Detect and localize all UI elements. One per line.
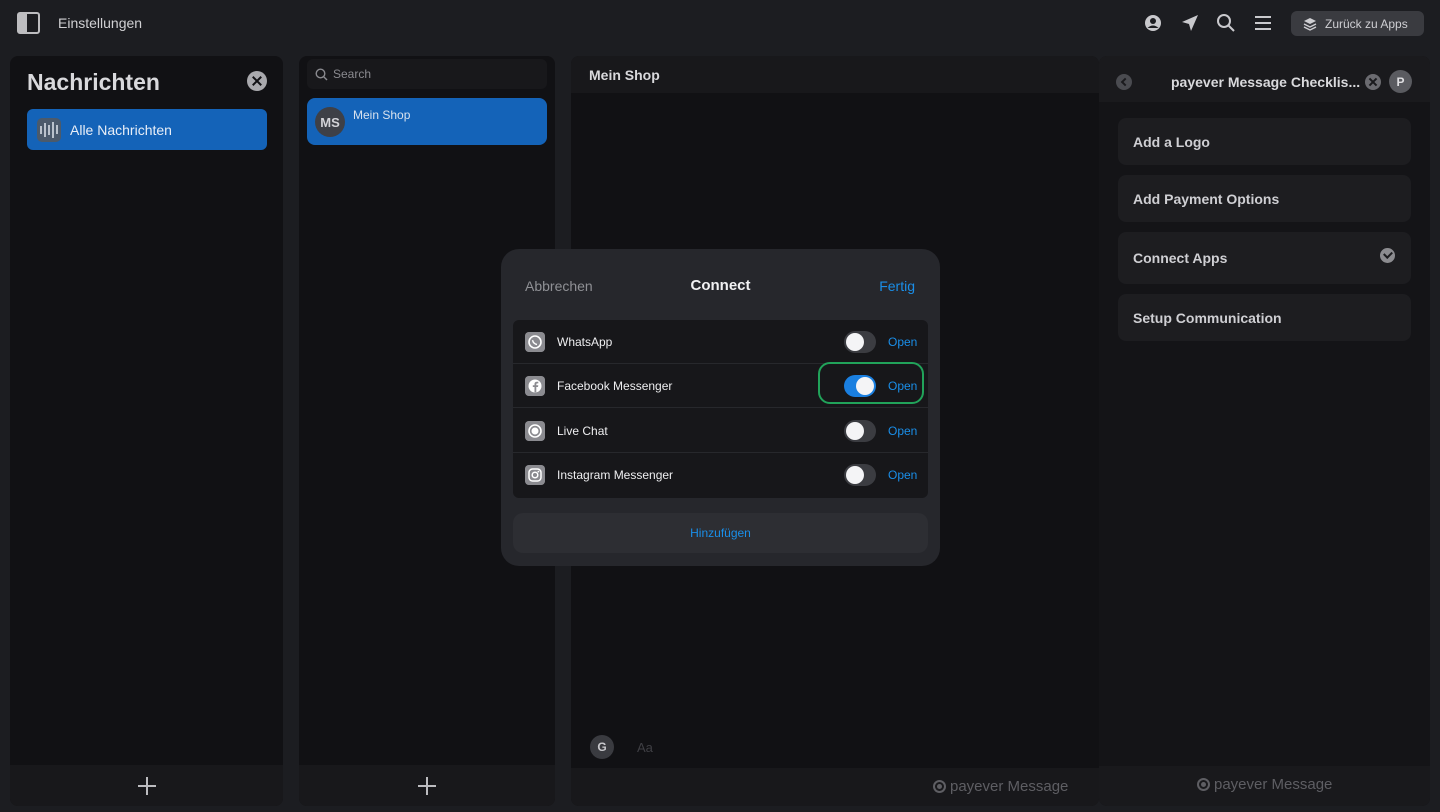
app-row-whatsapp: WhatsApp Open bbox=[513, 320, 928, 364]
layers-icon bbox=[1303, 17, 1317, 31]
open-link[interactable]: Open bbox=[888, 468, 917, 482]
back-to-apps-label: Zurück zu Apps bbox=[1325, 16, 1408, 31]
conversation-title: Mein Shop bbox=[589, 67, 660, 83]
avatar[interactable]: P bbox=[1389, 70, 1412, 93]
checklist-panel: payever Message Checklis... P Add a Logo… bbox=[1099, 56, 1430, 806]
top-bar: Einstellungen Zurück zu Apps bbox=[0, 0, 1440, 47]
conversation-header: Mein Shop bbox=[571, 56, 1099, 93]
app-name: Live Chat bbox=[557, 424, 608, 438]
brand-mark: payever Message bbox=[933, 778, 1068, 795]
panel-footer bbox=[299, 765, 555, 806]
avatar: G bbox=[590, 735, 614, 759]
check-circle-icon bbox=[1380, 248, 1395, 263]
payever-logo-icon bbox=[933, 780, 946, 793]
add-icon[interactable] bbox=[418, 776, 436, 795]
dialog-title: Connect bbox=[690, 277, 751, 294]
checklist-title: payever Message Checklis... bbox=[1171, 74, 1361, 90]
checklist-item-label: Add a Logo bbox=[1133, 133, 1210, 150]
checklist-item[interactable]: Connect Apps bbox=[1118, 232, 1411, 284]
brand-label: payever Message bbox=[950, 778, 1069, 795]
close-icon[interactable] bbox=[247, 71, 267, 91]
instagram-messenger-toggle[interactable] bbox=[844, 464, 876, 486]
checklist-item[interactable]: Add Payment Options bbox=[1118, 175, 1411, 222]
open-link[interactable]: Open bbox=[888, 424, 917, 438]
search-icon[interactable] bbox=[1216, 13, 1236, 33]
checklist-item[interactable]: Setup Communication bbox=[1118, 294, 1411, 341]
menu-icon[interactable] bbox=[1253, 13, 1273, 33]
facebook-messenger-toggle[interactable] bbox=[844, 375, 876, 397]
checklist-item-label: Setup Communication bbox=[1133, 309, 1282, 326]
app-list: WhatsApp Open Facebook Messenger Open Li… bbox=[513, 320, 928, 498]
brand-label: payever Message bbox=[1214, 776, 1333, 793]
search-placeholder: Search bbox=[333, 67, 372, 81]
app-name: Facebook Messenger bbox=[557, 379, 673, 393]
add-icon[interactable] bbox=[137, 776, 156, 795]
search-icon bbox=[315, 67, 328, 80]
checklist-header: payever Message Checklis... P bbox=[1099, 56, 1430, 102]
conversation-footer: payever Message bbox=[571, 768, 1099, 806]
live-chat-icon bbox=[525, 421, 545, 441]
avatar: MS bbox=[315, 107, 345, 137]
live-chat-toggle[interactable] bbox=[844, 420, 876, 442]
close-icon[interactable] bbox=[1365, 74, 1381, 90]
payever-logo-icon bbox=[1197, 778, 1210, 791]
checklist-item-label: Add Payment Options bbox=[1133, 190, 1280, 207]
folder-label: Alle Nachrichten bbox=[70, 121, 172, 138]
panel-title: Nachrichten bbox=[27, 69, 160, 95]
checklist-footer: payever Message bbox=[1099, 766, 1430, 806]
whatsapp-icon bbox=[525, 332, 545, 352]
account-icon[interactable] bbox=[1143, 13, 1163, 33]
app-title: Einstellungen bbox=[58, 15, 143, 31]
message-input[interactable]: Aa bbox=[637, 740, 653, 755]
chevron-left-icon[interactable] bbox=[1116, 74, 1132, 90]
folder-all-messages[interactable]: Alle Nachrichten bbox=[27, 109, 267, 150]
panel-footer bbox=[10, 765, 283, 806]
audio-wave-icon bbox=[37, 117, 61, 142]
search-input[interactable]: Search bbox=[307, 59, 547, 89]
app-row-live-chat: Live Chat Open bbox=[513, 409, 928, 453]
facebook-icon bbox=[525, 376, 545, 396]
checklist-item-label: Connect Apps bbox=[1133, 250, 1228, 266]
checklist-item[interactable]: Add a Logo bbox=[1118, 118, 1411, 165]
brand-mark: payever Message bbox=[1197, 776, 1332, 793]
app-row-instagram-messenger: Instagram Messenger Open bbox=[513, 453, 928, 497]
open-link[interactable]: Open bbox=[888, 379, 917, 393]
open-link[interactable]: Open bbox=[888, 335, 917, 349]
app-name: WhatsApp bbox=[557, 335, 613, 349]
whatsapp-toggle[interactable] bbox=[844, 331, 876, 353]
sidebar-toggle-icon[interactable] bbox=[17, 12, 40, 34]
instagram-icon bbox=[525, 465, 545, 485]
done-button[interactable]: Fertig bbox=[879, 278, 915, 294]
chat-name: Mein Shop bbox=[353, 108, 411, 122]
back-to-apps-button[interactable]: Zurück zu Apps bbox=[1291, 11, 1424, 36]
folders-panel: Nachrichten Alle Nachrichten bbox=[10, 56, 283, 806]
connect-dialog: Abbrechen Connect Fertig WhatsApp Open F… bbox=[501, 249, 940, 566]
add-button[interactable]: Hinzufügen bbox=[513, 513, 928, 553]
send-icon[interactable] bbox=[1180, 13, 1200, 33]
app-row-facebook-messenger: Facebook Messenger Open bbox=[513, 364, 928, 408]
list-item[interactable]: MS Mein Shop bbox=[307, 98, 547, 145]
app-name: Instagram Messenger bbox=[557, 468, 674, 482]
